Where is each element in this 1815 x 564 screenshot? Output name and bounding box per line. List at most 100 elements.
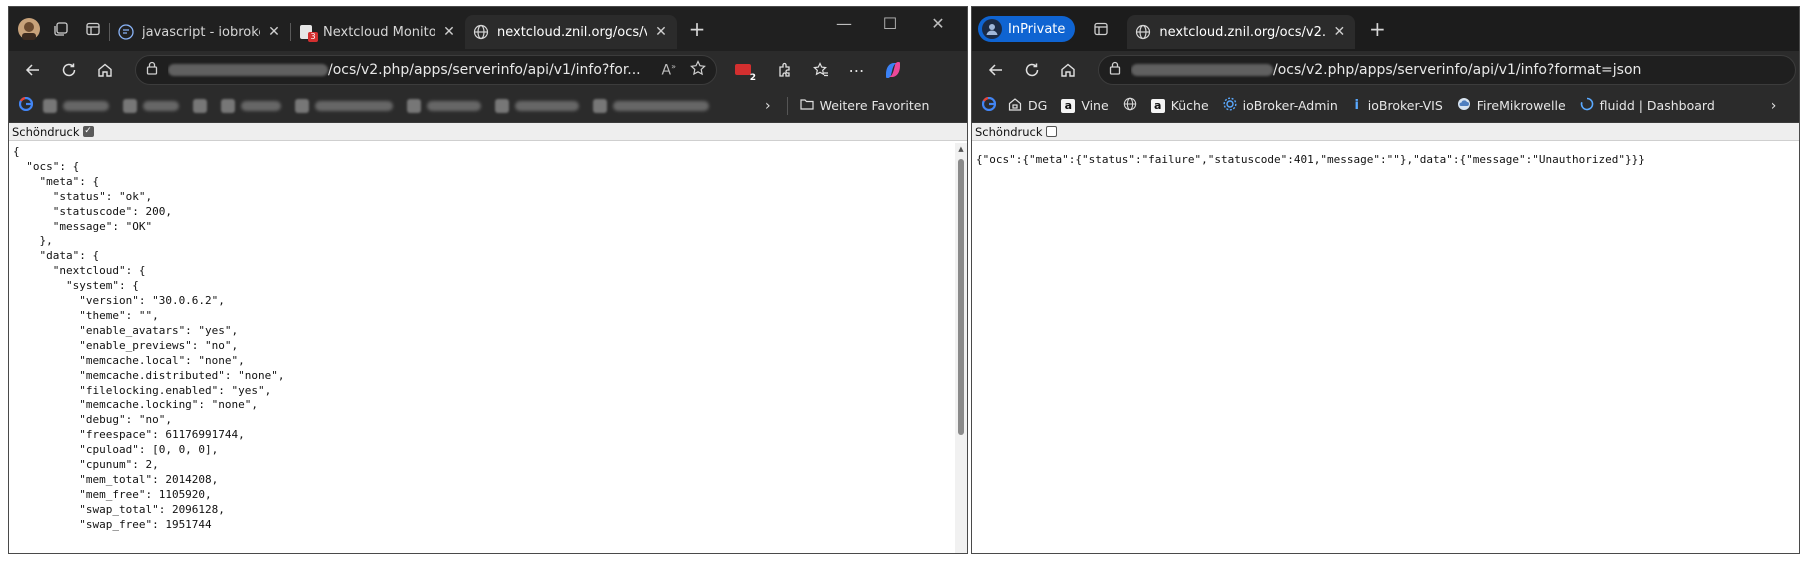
close-icon[interactable]: ✕ [653,24,669,40]
profile-avatar[interactable] [13,13,45,45]
close-icon[interactable]: ✕ [266,24,282,40]
pretty-print-checkbox[interactable]: ✓ [82,126,94,137]
chevron-right-icon[interactable]: › [765,98,771,114]
blurred-favorite[interactable] [43,98,109,113]
loading-icon [1580,97,1594,114]
extension-badge-count: 2 [749,73,756,83]
tab-actions-icon[interactable] [1085,13,1117,45]
inprivate-avatar-icon [982,19,1002,39]
tab-nextcloud-api-active[interactable]: nextcloud.znil.org/ocs/v2.p ✕ [465,15,677,49]
new-tab-button[interactable]: + [1361,13,1393,45]
url-path: /ocs/v2.php/apps/serverinfo/api/v1/info?… [1273,62,1642,78]
favorite-iobroker-vis[interactable]: i ioBroker-VIS [1352,98,1443,113]
other-favorites[interactable]: Weitere Favoriten [800,98,930,113]
close-icon: ✕ [931,13,945,33]
favorite-globe[interactable] [1123,97,1137,114]
read-aloud-icon[interactable]: A» [662,62,676,79]
copilot-icon[interactable] [875,54,911,86]
new-tab-button[interactable]: + [681,13,713,45]
amazon-icon: a [1061,98,1076,113]
tab-nextcloud-inprivate[interactable]: nextcloud.znil.org/ocs/v2.php/ap ✕ [1127,15,1356,49]
pretty-print-label: Schöndruck [12,124,80,139]
chevron-right-icon[interactable]: › [1771,98,1777,114]
lock-icon [146,61,158,79]
favbar-separator [786,96,788,115]
more-menu-icon[interactable]: ⋯ [839,54,875,86]
favorite-kueche[interactable]: a Küche [1150,98,1209,113]
favorite-fluidd-dashboard[interactable]: fluidd | Dashboard [1580,97,1715,114]
tab-nextcloud-monitoring[interactable]: 3 Nextcloud Monitoring Übe ✕ [291,15,465,49]
left-toolbar: /ocs/v2.php/apps/serverinfo/api/v1/info?… [9,51,967,89]
tab-actions-icon[interactable] [77,13,109,45]
home-button[interactable] [87,54,123,86]
extension-badge-button[interactable]: 2 [725,54,761,86]
gear-icon [1223,97,1237,114]
right-browser-window-inprivate: InPrivate nextcloud.znil.org/ocs/v2.php/… [971,6,1800,554]
favorite-star-icon[interactable] [690,60,706,80]
google-icon[interactable] [18,96,34,114]
reload-button[interactable] [51,54,87,86]
favorite-vine[interactable]: a Vine [1061,98,1109,113]
blurred-favorite[interactable] [123,98,179,113]
inprivate-badge[interactable]: InPrivate [978,16,1076,42]
tab-badge-icon: 3 [299,24,318,42]
maximize-icon: ☐ [882,13,898,33]
favorite-label: fluidd | Dashboard [1599,98,1715,113]
vertical-scrollbar[interactable]: ▲ [955,143,967,553]
reload-button[interactable] [1014,54,1050,86]
tab-badge-count: 3 [308,32,318,42]
close-window-button[interactable]: ✕ [915,7,961,39]
blurred-favorite[interactable] [221,98,281,113]
google-icon[interactable] [981,96,997,114]
right-favorites-bar: DG a Vine a Küche ioBroker-Admin i ioBro… [972,89,1799,123]
folder-icon [800,98,814,113]
workspaces-icon[interactable] [45,13,77,45]
extensions-icon[interactable] [767,54,803,86]
blurred-favorite[interactable] [295,98,393,113]
favorite-iobroker-admin[interactable]: ioBroker-Admin [1223,97,1338,114]
scrollbar-thumb[interactable] [958,159,964,435]
right-tab-bar: InPrivate nextcloud.znil.org/ocs/v2.php/… [972,7,1799,51]
pretty-print-bar: Schöndruck [972,123,1799,141]
pretty-print-checkbox[interactable] [1045,126,1057,137]
inprivate-label: InPrivate [1008,21,1066,37]
amazon-icon: a [1150,98,1165,113]
blurred-host [1131,64,1273,76]
json-raw-output: {"ocs":{"meta":{"status":"failure","stat… [976,153,1645,166]
blurred-favorite[interactable] [193,98,207,113]
address-bar[interactable]: /ocs/v2.php/apps/serverinfo/api/v1/info?… [1098,55,1796,85]
favorite-label: Vine [1081,98,1109,113]
tab-javascript-iobroker[interactable]: javascript - iobroker ✕ [110,15,290,49]
tab-title: javascript - iobroker [142,24,260,40]
address-bar[interactable]: /ocs/v2.php/apps/serverinfo/api/v1/info?… [135,55,717,85]
new-tab-label: + [1369,17,1386,41]
globe-icon [1135,24,1151,40]
blurred-favorite[interactable] [407,98,481,113]
left-tab-bar: javascript - iobroker ✕ 3 Nextcloud Moni… [9,7,967,51]
left-page-content: Schöndruck ✓ { "ocs": { "meta": { "statu… [9,123,967,553]
maximize-button[interactable]: ☐ [867,7,913,39]
favorite-label: DG [1028,98,1048,113]
scroll-up-icon[interactable]: ▲ [955,143,967,155]
globe-icon [473,24,489,40]
new-tab-label: + [688,17,706,41]
tab-title: nextcloud.znil.org/ocs/v2.p [497,24,647,40]
favorites-icon[interactable] [803,54,839,86]
right-page-content: Schöndruck {"ocs":{"meta":{"status":"fai… [972,123,1799,553]
blurred-favorite[interactable] [495,98,579,113]
home-button[interactable] [1050,54,1086,86]
minimize-button[interactable]: — [821,7,867,39]
favorite-dg[interactable]: DG [1008,97,1047,114]
minimize-icon: — [836,13,852,33]
blurred-favorite[interactable] [593,98,709,113]
pretty-print-label: Schöndruck [975,124,1043,139]
favorite-firemikrowelle[interactable]: FireMikrowelle [1457,97,1566,114]
tab-title: nextcloud.znil.org/ocs/v2.php/ap [1159,24,1326,40]
back-button[interactable] [978,54,1014,86]
close-icon[interactable]: ✕ [1331,24,1347,40]
home-lock-icon [1008,97,1022,114]
back-button[interactable] [15,54,51,86]
cloud-icon [1457,97,1471,114]
other-favorites-label: Weitere Favoriten [819,98,930,113]
close-icon[interactable]: ✕ [441,24,457,40]
